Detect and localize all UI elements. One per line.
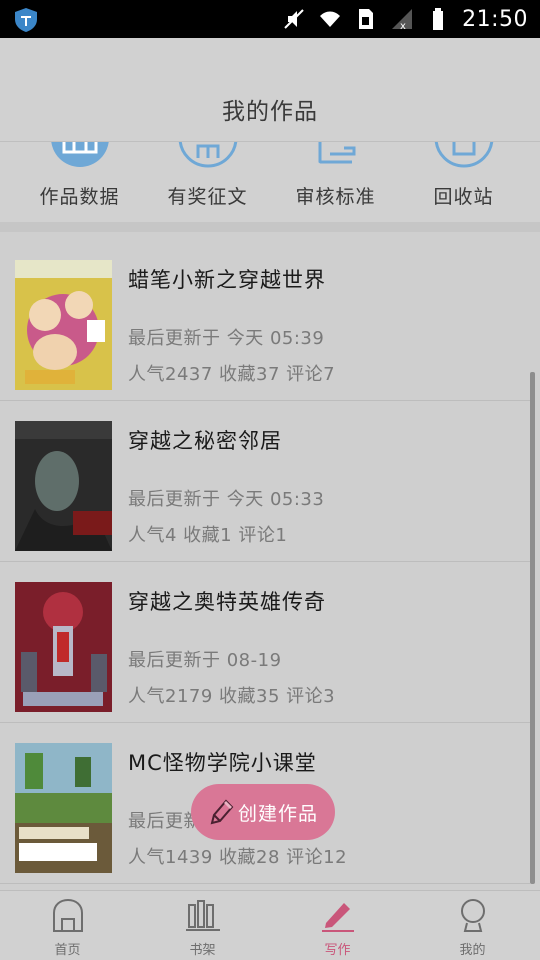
work-stats: 人气4 收藏1 评论1 bbox=[128, 525, 288, 546]
status-bar: x 21:50 bbox=[0, 0, 540, 38]
pencil-icon bbox=[210, 799, 234, 825]
battery-icon bbox=[433, 8, 444, 30]
work-stats: 人气2179 收藏35 评论3 bbox=[128, 686, 336, 707]
quick-action-label: 回收站 bbox=[433, 186, 494, 208]
nav-label: 首页 bbox=[54, 943, 81, 958]
nav-label: 写作 bbox=[324, 943, 351, 958]
work-stats: 人气1439 收藏28 评论12 bbox=[128, 847, 348, 868]
quick-actions: 作品数据 有奖征文 审核标准 回收站 bbox=[0, 142, 540, 222]
signal-icon: x bbox=[392, 9, 413, 31]
data-icon bbox=[50, 142, 109, 167]
nav-home[interactable]: 首页 bbox=[0, 891, 135, 960]
home-icon bbox=[52, 898, 83, 932]
write-icon bbox=[321, 903, 354, 932]
sim-icon bbox=[359, 9, 374, 29]
work-stats: 人气2437 收藏37 评论7 bbox=[128, 364, 336, 385]
work-item[interactable]: 穿越之奥特英雄传奇 最后更新于 08-19 人气2179 收藏35 评论3 bbox=[0, 562, 530, 723]
section-divider bbox=[0, 222, 540, 232]
work-cover bbox=[15, 421, 112, 551]
work-title: MC怪物学院小课堂 bbox=[128, 751, 317, 775]
work-item[interactable]: 蜡笔小新之穿越世界 最后更新于 今天 05:39 人气2437 收藏37 评论7 bbox=[0, 240, 530, 401]
profile-icon bbox=[460, 899, 485, 932]
nav-bookshelf[interactable]: 书架 bbox=[135, 891, 270, 960]
app-header: 我的作品 bbox=[0, 38, 540, 142]
mute-icon bbox=[284, 9, 304, 29]
nav-profile[interactable]: 我的 bbox=[405, 891, 540, 960]
work-updated: 最后更新于 今天 05:39 bbox=[128, 328, 325, 349]
bottom-nav: 首页 书架 写作 我的 bbox=[0, 890, 540, 960]
contest-icon bbox=[178, 142, 237, 168]
quick-action-recycle[interactable]: 回收站 bbox=[396, 142, 531, 222]
work-cover bbox=[15, 743, 112, 873]
svg-text:x: x bbox=[400, 21, 406, 31]
quick-action-contest[interactable]: 有奖征文 bbox=[140, 142, 275, 222]
nav-label: 我的 bbox=[459, 943, 486, 958]
create-work-button[interactable]: 创建作品 bbox=[191, 784, 335, 840]
list-scrollbar[interactable] bbox=[530, 372, 535, 884]
nav-write[interactable]: 写作 bbox=[270, 891, 405, 960]
create-work-label: 创建作品 bbox=[237, 802, 318, 825]
work-title: 穿越之奥特英雄传奇 bbox=[128, 590, 326, 614]
work-cover bbox=[15, 582, 112, 712]
work-updated: 最后更新于 今天 05:33 bbox=[128, 489, 325, 510]
quick-action-standard[interactable]: 审核标准 bbox=[268, 142, 403, 222]
work-item[interactable]: 穿越之秘密邻居 最后更新于 今天 05:33 人气4 收藏1 评论1 bbox=[0, 401, 530, 562]
standard-icon bbox=[318, 142, 355, 164]
work-cover bbox=[15, 260, 112, 390]
quick-action-label: 审核标准 bbox=[295, 186, 376, 208]
work-title: 蜡笔小新之穿越世界 bbox=[128, 268, 326, 292]
quick-action-data[interactable]: 作品数据 bbox=[12, 142, 147, 222]
work-updated: 最后更新于 08-19 bbox=[128, 650, 282, 671]
page-title: 我的作品 bbox=[222, 99, 318, 125]
quick-action-label: 作品数据 bbox=[39, 186, 120, 208]
bookshelf-icon bbox=[185, 900, 220, 931]
recycle-icon bbox=[434, 142, 493, 168]
nav-label: 书架 bbox=[189, 943, 216, 958]
quick-action-label: 有奖征文 bbox=[167, 186, 248, 208]
work-title: 穿越之秘密邻居 bbox=[128, 429, 282, 453]
wifi-icon bbox=[320, 11, 341, 27]
shield-icon bbox=[15, 8, 37, 32]
clock: 21:50 bbox=[462, 6, 528, 32]
